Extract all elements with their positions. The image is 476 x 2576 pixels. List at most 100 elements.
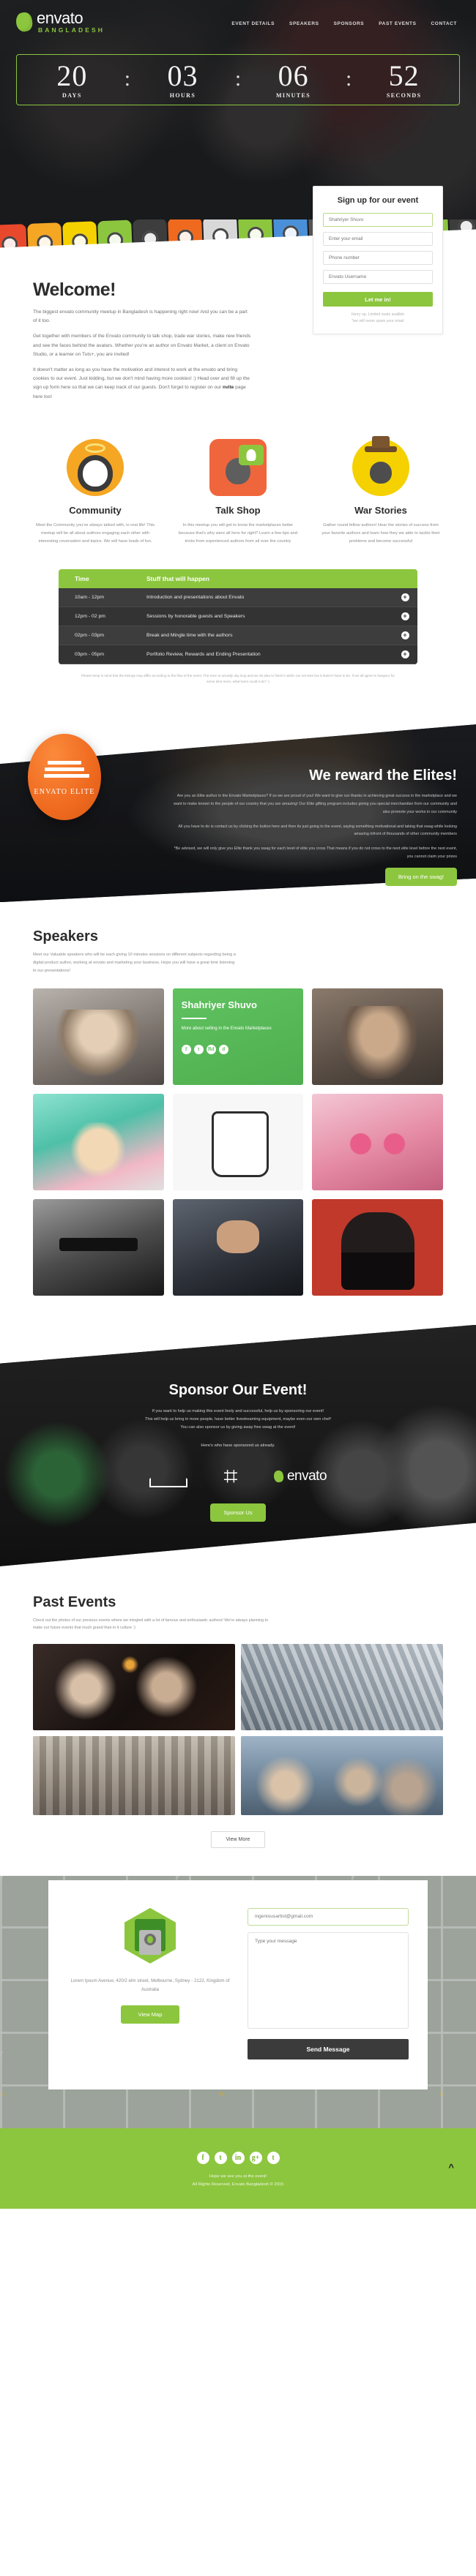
- feature-war-stories-title: War Stories: [354, 504, 407, 516]
- nav-item-event-details[interactable]: EVENT DETAILS: [231, 17, 275, 26]
- feature-talk-shop: Talk Shop In this meetup you will get to…: [176, 438, 300, 546]
- schedule-row-1-expand[interactable]: +: [393, 593, 417, 601]
- welcome-invite-link[interactable]: nvite: [223, 385, 234, 390]
- table-row[interactable]: 02pm - 03pm Break and Mingle time with t…: [59, 626, 417, 645]
- countdown-minutes-label: MINUTES: [275, 91, 311, 99]
- elite-badge-label: ENVATO ELITE: [34, 788, 95, 797]
- signup-username-input[interactable]: [323, 270, 433, 284]
- feature-community: Community Meet the Community you've alwa…: [33, 438, 157, 546]
- contact-email-input[interactable]: [248, 1907, 409, 1926]
- envato-logo-text: envato: [286, 1468, 327, 1484]
- twitter-icon[interactable]: t: [193, 1045, 204, 1055]
- talk-shop-avatar-icon: [209, 438, 267, 496]
- countdown-days-label: DAYS: [62, 91, 82, 99]
- sponsor-title: Sponsor Our Event!: [168, 1381, 308, 1398]
- speaker-card-6[interactable]: [312, 1093, 443, 1190]
- site-footer: f t in g+ t Hope we see you at the event…: [0, 2128, 476, 2209]
- table-row[interactable]: 12pm - 02 pm Sessions by honorable guest…: [59, 607, 417, 626]
- nav-item-speakers[interactable]: SPEAKERS: [289, 17, 319, 26]
- signup-title: Sign up for our event: [337, 196, 419, 205]
- sponsor-subtext: Here's who have sponsored us already.: [201, 1443, 275, 1449]
- nav-item-sponsors[interactable]: SPONSORS: [334, 17, 365, 26]
- behance-icon[interactable]: Bd: [206, 1045, 216, 1055]
- nav-item-past-events[interactable]: PAST EVENTS: [379, 17, 416, 26]
- speaker-card-featured[interactable]: Shahriyer Shuvo More about selling in th…: [172, 988, 304, 1085]
- speaker-card-4[interactable]: [33, 1093, 164, 1190]
- countdown-separator-3: :: [345, 66, 352, 91]
- signup-phone-input[interactable]: [323, 251, 433, 265]
- nav-item-contact[interactable]: CONTACT: [431, 17, 458, 26]
- view-more-button[interactable]: View More: [210, 1830, 266, 1848]
- speakers-title: Speakers: [33, 928, 98, 945]
- bring-on-the-swag-button[interactable]: Bring on the swag!: [384, 867, 457, 886]
- to-top-arrow-icon[interactable]: ^: [448, 2162, 454, 2173]
- welcome-paragraph-3-text: It doesn't matter as long as you have th…: [33, 367, 250, 391]
- countdown-minutes: 06 MINUTES: [241, 61, 346, 99]
- speaker-card-7[interactable]: [33, 1198, 164, 1296]
- schedule-row-4-time: 03pm - 05pm: [75, 651, 105, 657]
- welcome-paragraph-3: It doesn't matter as long as you have th…: [33, 366, 253, 402]
- past-event-thumb-3[interactable]: [33, 1735, 235, 1815]
- mountain-logo-icon: [149, 1465, 187, 1487]
- nav-menu: EVENT DETAILS SPEAKERS SPONSORS PAST EVE…: [231, 17, 460, 26]
- past-event-thumb-1[interactable]: [33, 1643, 235, 1730]
- featured-speaker-role: More about selling in the Envato Marketp…: [181, 1026, 272, 1032]
- schedule-row-3-stuff: Break and Mingle time with the authors: [146, 632, 233, 638]
- sponsor-us-button[interactable]: Sponsor Us: [210, 1503, 266, 1522]
- signup-name-input[interactable]: [323, 213, 433, 227]
- table-row[interactable]: 10am - 12pm Introduction and presentatio…: [59, 587, 417, 607]
- speaker-card-3[interactable]: [312, 988, 443, 1085]
- countdown-hours-label: HOURS: [169, 91, 196, 99]
- featured-speaker-rule: [181, 1017, 207, 1020]
- countdown-days: 20 DAYS: [20, 61, 124, 99]
- location-badge-icon: [124, 1907, 176, 1964]
- schedule-table: Time Stuff that will happen 10am - 12pm …: [59, 568, 417, 664]
- linkedin-icon[interactable]: in: [231, 2151, 245, 2164]
- speakers-section: Speakers Meet our Valuable speakers who …: [0, 902, 476, 1325]
- speakers-text: Meet our Valuable speakers who will be e…: [33, 953, 236, 973]
- schedule-row-3-expand[interactable]: +: [393, 631, 417, 639]
- facebook-icon[interactable]: f: [181, 1045, 191, 1055]
- schedule-row-1-stuff: Introduction and presentations about Env…: [146, 594, 245, 600]
- war-stories-avatar-icon: [352, 438, 409, 496]
- send-message-button[interactable]: Send Message: [248, 2038, 409, 2059]
- countdown-separator-2: :: [234, 66, 242, 91]
- envato-leaf-icon: [272, 1469, 285, 1484]
- schedule-col-stuff: Stuff that will happen: [146, 574, 209, 582]
- signup-submit-button[interactable]: Let me in!: [323, 292, 433, 307]
- countdown-hours: 03 HOURS: [130, 61, 235, 99]
- speaker-card-1[interactable]: [33, 988, 164, 1085]
- top-navigation: envato BANGLADESH EVENT DETAILS SPEAKERS…: [0, 0, 476, 34]
- contact-location-panel: Lorem Ipsum Avenue, 420/2 elm street, Me…: [67, 1898, 233, 2072]
- dribbble-icon[interactable]: d: [218, 1045, 228, 1055]
- facebook-icon[interactable]: f: [196, 2151, 209, 2164]
- twitter-icon[interactable]: t: [214, 2151, 227, 2164]
- signup-fine-print-line1: Hurry up, Limited seats avalible: [351, 312, 405, 317]
- google-plus-icon[interactable]: g+: [249, 2151, 262, 2164]
- elite-paragraph-1: Are you an Elite author in the Envato Ma…: [174, 794, 457, 814]
- footer-line-2: All Rights Reserved, Envato Bangladesh ©…: [192, 2182, 284, 2187]
- feature-talk-shop-text: In this meetup you will get to know the …: [178, 522, 298, 544]
- speaker-card-8[interactable]: [172, 1198, 304, 1296]
- schedule-row-2-stuff: Sessions by honorable guests and Speaker…: [146, 613, 245, 619]
- past-event-thumb-2[interactable]: [241, 1643, 443, 1730]
- schedule-row-2-expand[interactable]: +: [393, 612, 417, 620]
- speaker-card-5[interactable]: [172, 1093, 304, 1190]
- schedule-section: Time Stuff that will happen 10am - 12pm …: [0, 564, 476, 705]
- tumblr-icon[interactable]: t: [267, 2151, 280, 2164]
- schedule-row-3-time: 02pm - 03pm: [75, 632, 105, 638]
- speaker-card-9[interactable]: [312, 1198, 443, 1296]
- envato-leaf-icon: [14, 10, 34, 33]
- signup-email-input[interactable]: [323, 232, 433, 246]
- view-map-button[interactable]: View Map: [120, 2005, 180, 2024]
- countdown-timer: 20 DAYS : 03 HOURS : 06 MINUTES : 52 SEC…: [16, 53, 460, 105]
- table-row[interactable]: 03pm - 05pm Portfolio Review, Rewards an…: [59, 645, 417, 664]
- logo-sub-text: BANGLADESH: [38, 26, 105, 34]
- site-logo[interactable]: envato BANGLADESH: [14, 10, 105, 34]
- envato-logo-icon: envato: [272, 1468, 327, 1484]
- past-event-thumb-4[interactable]: [241, 1735, 443, 1815]
- past-events-grid: [33, 1643, 443, 1815]
- schedule-row-4-expand[interactable]: +: [393, 650, 417, 658]
- feature-war-stories-text: Gather round fellow authors! Hear the st…: [321, 522, 440, 544]
- contact-message-textarea[interactable]: [248, 1931, 409, 2029]
